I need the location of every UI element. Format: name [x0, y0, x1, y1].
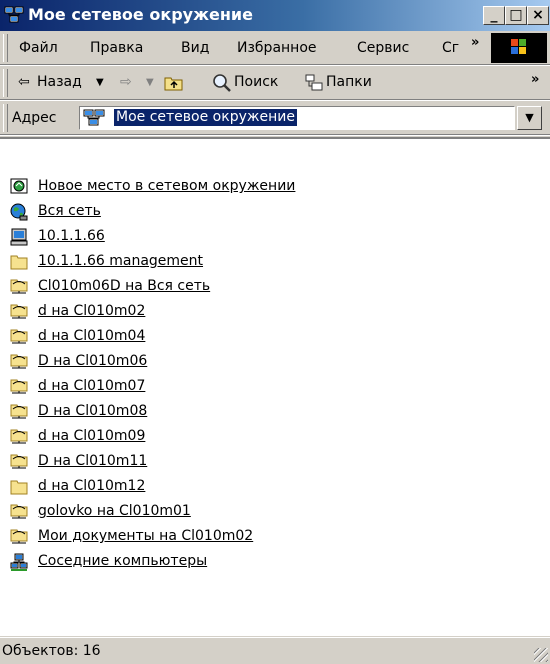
- network-folder-icon: [10, 454, 28, 469]
- menu-chevron[interactable]: »: [471, 35, 479, 50]
- list-item-label: golovko на Cl010m01: [38, 503, 191, 519]
- toolbar-chevron[interactable]: »: [531, 72, 539, 87]
- list-item-label: d на Cl010m02: [38, 303, 146, 319]
- network-folder-icon: [10, 504, 28, 519]
- list-item-label: d на Cl010m09: [38, 428, 146, 444]
- minimize-button[interactable]: _: [483, 6, 505, 25]
- list-item-label: d на Cl010m04: [38, 328, 146, 344]
- forward-arrow-icon[interactable]: ⇨: [120, 74, 132, 90]
- status-text: Объектов: 16: [2, 643, 101, 659]
- toolbar-grip[interactable]: [3, 104, 8, 132]
- folders-icon[interactable]: [304, 73, 324, 93]
- menu-favorites[interactable]: Избранное: [237, 40, 317, 56]
- list-item-label: 10.1.1.66 management: [38, 253, 204, 269]
- address-value: Мое сетевое окружение: [114, 109, 297, 126]
- computer-icon: [10, 228, 28, 246]
- list-item-label: Мои документы на Cl010m02: [38, 528, 254, 544]
- network-folder-icon: [10, 304, 28, 319]
- folder-icon: [10, 255, 28, 270]
- list-item-label: d на Cl010m07: [38, 378, 146, 394]
- standard-toolbar: ⇦ Назад ▼ ⇨ ▼ Поиск Папки »: [0, 66, 550, 101]
- menu-help[interactable]: Сг: [442, 40, 459, 56]
- network-folder-icon: [10, 329, 28, 344]
- menu-edit[interactable]: Правка: [90, 40, 143, 56]
- network-places-icon: [4, 6, 24, 23]
- back-button[interactable]: Назад: [37, 74, 82, 90]
- list-item-label: Cl010m06D на Вся сеть: [38, 278, 211, 294]
- network-folder-icon: [10, 279, 28, 294]
- forward-dropdown-icon[interactable]: ▼: [146, 77, 154, 88]
- list-item-label: 10.1.1.66: [38, 228, 105, 244]
- folder-up-icon[interactable]: [164, 74, 184, 92]
- address-input[interactable]: Мое сетевое окружение: [79, 106, 515, 130]
- address-dropdown-button[interactable]: ▼: [517, 106, 542, 130]
- status-bar: Объектов: 16: [0, 637, 550, 664]
- globe-icon: [10, 203, 28, 221]
- toolbar-grip[interactable]: [3, 69, 8, 97]
- explorer-window: Мое сетевое окружение _ □ × Файл Правка …: [0, 0, 550, 664]
- network-computers-icon: [10, 553, 28, 571]
- maximize-button[interactable]: □: [505, 6, 527, 25]
- wizard-icon: [10, 178, 28, 194]
- back-dropdown-icon[interactable]: ▼: [96, 77, 104, 88]
- list-item-label: D на Cl010m11: [38, 453, 148, 469]
- menu-view[interactable]: Вид: [181, 40, 209, 56]
- menu-bar: Файл Правка Вид Избранное Сервис Сг »: [0, 31, 550, 66]
- resize-grip[interactable]: [534, 648, 548, 662]
- list-item-label: d на Cl010m12: [38, 478, 146, 494]
- title-bar[interactable]: Мое сетевое окружение _ □ ×: [0, 0, 550, 31]
- folder-icon: [10, 480, 28, 495]
- address-bar: Адрес Мое сетевое окружение ▼: [0, 101, 550, 136]
- network-folder-icon: [10, 429, 28, 444]
- list-item-label: D на Cl010m06: [38, 353, 148, 369]
- list-item-label: Соседние компьютеры: [38, 553, 208, 569]
- address-label: Адрес: [12, 110, 57, 126]
- network-folder-icon: [10, 404, 28, 419]
- menu-file[interactable]: Файл: [19, 40, 58, 56]
- windows-flag-icon: [511, 39, 526, 54]
- network-folder-icon: [10, 529, 28, 544]
- toolbar-grip[interactable]: [3, 34, 8, 62]
- windows-logo: [491, 33, 547, 63]
- search-icon[interactable]: [212, 73, 232, 93]
- network-folder-icon: [10, 379, 28, 394]
- list-item-label: Новое место в сетевом окружении: [38, 178, 296, 194]
- search-button[interactable]: Поиск: [234, 74, 278, 90]
- close-button[interactable]: ×: [527, 6, 549, 25]
- network-folder-icon: [10, 354, 28, 369]
- folders-button[interactable]: Папки: [326, 74, 372, 90]
- menu-tools[interactable]: Сервис: [357, 40, 409, 56]
- window-title: Мое сетевое окружение: [28, 5, 253, 24]
- back-arrow-icon[interactable]: ⇦: [18, 74, 30, 90]
- network-places-icon: [83, 109, 105, 126]
- list-item-label: Вся сеть: [38, 203, 101, 219]
- list-item-label: D на Cl010m08: [38, 403, 148, 419]
- file-list: Новое место в сетевом окружении Вся сеть…: [0, 137, 550, 636]
